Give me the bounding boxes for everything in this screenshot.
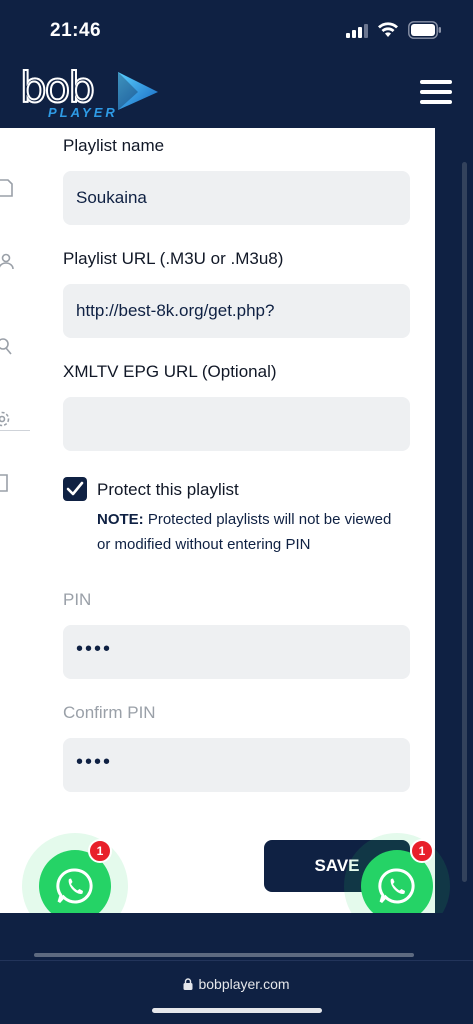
confirm-pin-input[interactable]: •••• (63, 738, 410, 792)
bob-player-logo[interactable]: bob PLAYER (16, 63, 162, 124)
check-icon (66, 481, 84, 496)
notification-badge-right: 1 (410, 839, 434, 863)
gear-icon[interactable] (0, 408, 14, 430)
side-divider (0, 430, 30, 431)
pin-input[interactable]: •••• (63, 625, 410, 679)
logo-sub: PLAYER (48, 105, 118, 120)
note-prefix: NOTE: (97, 511, 144, 528)
protect-note: NOTE: Protected playlists will not be vi… (97, 507, 407, 557)
browser-separator (0, 960, 473, 961)
protect-playlist-label: Protect this playlist (97, 480, 239, 499)
search-user-icon[interactable] (0, 336, 14, 358)
whatsapp-icon (378, 868, 415, 904)
status-time: 21:46 (50, 20, 102, 41)
lock-icon (183, 978, 193, 990)
notification-badge-left: 1 (88, 839, 112, 863)
wifi-icon (378, 22, 398, 37)
browser-url-text: bobplayer.com (198, 976, 290, 992)
horizontal-scroll-handle[interactable] (34, 953, 414, 957)
playlist-url-input[interactable]: http://best-8k.org/get.php? (63, 284, 410, 338)
whatsapp-icon (56, 868, 93, 904)
playlist-name-input[interactable]: Soukaina (63, 171, 410, 225)
playlist-name-label: Playlist name (63, 136, 165, 155)
home-indicator[interactable] (152, 1008, 322, 1013)
signal-icon (346, 24, 368, 38)
playlist-url-label: Playlist URL (.M3U or .M3u8) (63, 249, 284, 268)
logout-icon[interactable] (0, 472, 14, 494)
battery-icon (408, 21, 441, 39)
protect-playlist-checkbox[interactable] (63, 477, 87, 501)
epg-url-input[interactable] (63, 397, 410, 451)
status-bar: 21:46 (0, 0, 473, 58)
app-header: bob PLAYER (0, 58, 473, 128)
user-icon[interactable] (0, 250, 14, 272)
file-icon[interactable] (0, 176, 14, 198)
confirm-pin-label: Confirm PIN (63, 703, 156, 722)
page-scrollbar[interactable] (462, 162, 467, 882)
epg-url-label: XMLTV EPG URL (Optional) (63, 362, 277, 381)
logo-word: bob (19, 63, 96, 112)
hamburger-menu-icon[interactable] (420, 80, 452, 104)
browser-url-bar[interactable]: bobplayer.com (0, 976, 473, 992)
play-logo-icon (118, 72, 158, 110)
pin-label: PIN (63, 590, 92, 609)
